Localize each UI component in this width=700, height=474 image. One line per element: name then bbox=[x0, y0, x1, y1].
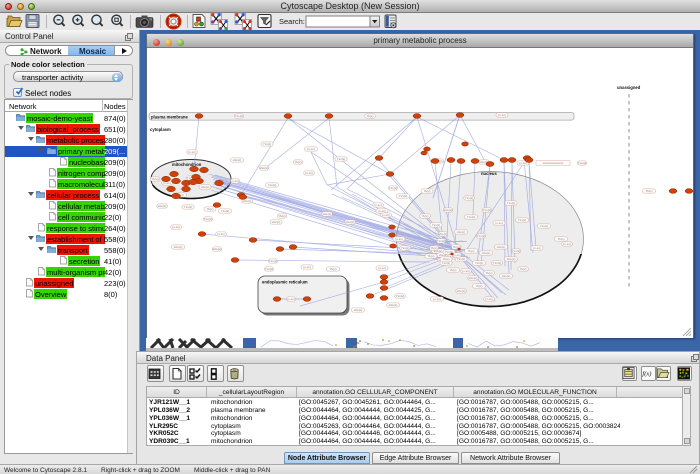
svg-text:(x-xx): (x-xx) bbox=[307, 147, 315, 151]
svg-text:Yk(x): Yk(x) bbox=[330, 267, 337, 271]
svg-text:mitochondrion: mitochondrion bbox=[172, 162, 202, 167]
svg-text:f(x): f(x) bbox=[642, 370, 651, 377]
svg-text:(x-xx): (x-xx) bbox=[498, 113, 506, 117]
svg-text:(x-xx): (x-xx) bbox=[374, 203, 382, 207]
svg-text:Yk(x): Yk(x) bbox=[152, 177, 159, 181]
svg-text:xGx(x): xGx(x) bbox=[482, 251, 491, 255]
svg-text:Yk(x): Yk(x) bbox=[646, 189, 653, 193]
svg-text:Yxx(x): Yxx(x) bbox=[399, 194, 408, 198]
svg-text:(x-xx): (x-xx) bbox=[485, 297, 493, 301]
svg-text:Yk(x): Yk(x) bbox=[367, 114, 374, 118]
svg-text:Yk(x): Yk(x) bbox=[468, 249, 475, 253]
svg-text:(x-xx): (x-xx) bbox=[395, 237, 403, 241]
svg-text:Yk(x): Yk(x) bbox=[295, 160, 302, 164]
svg-text:Yk(x): Yk(x) bbox=[476, 284, 483, 288]
svg-text:Yxx(x): Yxx(x) bbox=[512, 249, 521, 253]
svg-text:endoplasmic reticulum: endoplasmic reticulum bbox=[262, 280, 308, 285]
svg-text:(x-xx): (x-xx) bbox=[533, 246, 541, 250]
svg-text:Yxx(x): Yxx(x) bbox=[467, 215, 476, 219]
svg-text:Yxx(x): Yxx(x) bbox=[477, 234, 486, 238]
svg-text:Yxx(x): Yxx(x) bbox=[518, 218, 527, 222]
svg-text:unassigned: unassigned bbox=[617, 85, 641, 90]
svg-text:xGx(x): xGx(x) bbox=[354, 308, 363, 312]
svg-text:Yxx(x): Yxx(x) bbox=[235, 114, 244, 118]
svg-text:xGx(x): xGx(x) bbox=[469, 276, 478, 280]
svg-text:Yxx(x): Yxx(x) bbox=[507, 201, 516, 205]
svg-text:Yk(x): Yk(x) bbox=[207, 207, 214, 211]
svg-text:Yxx(x): Yxx(x) bbox=[268, 183, 277, 187]
svg-text:(x-xx): (x-xx) bbox=[305, 171, 313, 175]
svg-text:Yxx(x): Yxx(x) bbox=[493, 261, 502, 265]
svg-text:Yxx(x): Yxx(x) bbox=[442, 261, 451, 265]
svg-text:xGx(x): xGx(x) bbox=[323, 212, 332, 216]
svg-text:Yxx(x): Yxx(x) bbox=[578, 161, 587, 165]
svg-text:(x-xx): (x-xx) bbox=[188, 150, 196, 154]
svg-text:xGx(x): xGx(x) bbox=[260, 166, 269, 170]
svg-text:Yxx(x): Yxx(x) bbox=[265, 267, 274, 271]
svg-text:Yxx(x): Yxx(x) bbox=[389, 186, 398, 190]
svg-text:xGx(x): xGx(x) bbox=[457, 230, 466, 234]
svg-text:Yk(x): Yk(x) bbox=[520, 267, 527, 271]
svg-text:Yxx(x): Yxx(x) bbox=[337, 157, 346, 161]
svg-text:cytoplasm: cytoplasm bbox=[150, 127, 171, 132]
svg-text:xGx(x): xGx(x) bbox=[174, 245, 183, 249]
svg-text:(x-xx): (x-xx) bbox=[217, 232, 225, 236]
svg-text:(x-xx): (x-xx) bbox=[433, 297, 441, 301]
svg-text:(x-xx): (x-xx) bbox=[495, 221, 503, 225]
svg-text:xGx(x): xGx(x) bbox=[233, 158, 242, 162]
svg-text:Yxx(x): Yxx(x) bbox=[204, 217, 213, 221]
svg-text:Yk(x): Yk(x) bbox=[422, 214, 429, 218]
svg-text:Yxx(x): Yxx(x) bbox=[263, 142, 272, 146]
svg-text:Yxx(x): Yxx(x) bbox=[432, 223, 441, 227]
svg-text:Yxx(x): Yxx(x) bbox=[475, 261, 484, 265]
svg-text:Yk(x): Yk(x) bbox=[279, 214, 286, 218]
svg-text:xGx(x): xGx(x) bbox=[389, 303, 398, 307]
svg-text:Yxx(x): Yxx(x) bbox=[483, 208, 492, 212]
svg-text:Yxx(x): Yxx(x) bbox=[184, 205, 193, 209]
svg-text:Search:: Search: bbox=[279, 17, 305, 26]
svg-text:plasma membrane: plasma membrane bbox=[151, 115, 188, 120]
svg-text:xGx(x): xGx(x) bbox=[457, 289, 466, 293]
svg-text:xGx(x): xGx(x) bbox=[272, 220, 281, 224]
svg-text:xGx(x): xGx(x) bbox=[497, 245, 506, 249]
svg-text:Yxx(x): Yxx(x) bbox=[401, 246, 410, 250]
svg-text:(x-xx): (x-xx) bbox=[453, 253, 461, 257]
svg-text:Yxx(x): Yxx(x) bbox=[396, 294, 405, 298]
svg-text:(x-xx): (x-xx) bbox=[462, 269, 470, 273]
svg-text:xGx(x): xGx(x) bbox=[507, 257, 516, 261]
svg-text:Yk(x): Yk(x) bbox=[443, 257, 450, 261]
svg-text:Yk(x): Yk(x) bbox=[450, 268, 457, 272]
svg-text:Yxx(x): Yxx(x) bbox=[465, 196, 474, 200]
svg-text:Yxx(x): Yxx(x) bbox=[457, 257, 466, 261]
svg-text:Yk(x): Yk(x) bbox=[431, 246, 438, 250]
svg-text:Yk(x): Yk(x) bbox=[424, 189, 431, 193]
svg-text:xGx(x): xGx(x) bbox=[502, 274, 511, 278]
svg-text:xGx(x): xGx(x) bbox=[158, 204, 167, 208]
svg-text:(x-xx): (x-xx) bbox=[563, 242, 571, 246]
svg-text:Yxx(x): Yxx(x) bbox=[437, 239, 446, 243]
svg-text:(x-xx): (x-xx) bbox=[172, 225, 180, 229]
svg-text:xGx(x): xGx(x) bbox=[439, 232, 448, 236]
svg-text:Yxx(x): Yxx(x) bbox=[221, 209, 230, 213]
svg-text:(x-xx): (x-xx) bbox=[231, 179, 239, 183]
svg-text:Yxx(x): Yxx(x) bbox=[269, 259, 278, 263]
svg-text:(x-xx): (x-xx) bbox=[287, 297, 295, 301]
svg-text:xGx(x): xGx(x) bbox=[201, 185, 210, 189]
svg-text:xGx(x): xGx(x) bbox=[213, 247, 222, 251]
svg-text:(x-xx): (x-xx) bbox=[378, 266, 386, 270]
svg-text:(x-xx): (x-xx) bbox=[382, 213, 390, 217]
svg-text:xGx(x): xGx(x) bbox=[346, 220, 355, 224]
svg-text:xGx(x): xGx(x) bbox=[444, 208, 453, 212]
svg-text:Yk(x): Yk(x) bbox=[486, 271, 493, 275]
svg-text:Yk(x): Yk(x) bbox=[428, 254, 435, 258]
svg-text:Yxx(x): Yxx(x) bbox=[540, 224, 549, 228]
svg-text:Yk(x): Yk(x) bbox=[558, 237, 565, 241]
svg-text:xxxxxxxxxxxxxx: xxxxxxxxxxxxxx bbox=[543, 161, 565, 165]
svg-text:xGx(x): xGx(x) bbox=[243, 199, 252, 203]
svg-text:(x-xx): (x-xx) bbox=[303, 265, 311, 269]
